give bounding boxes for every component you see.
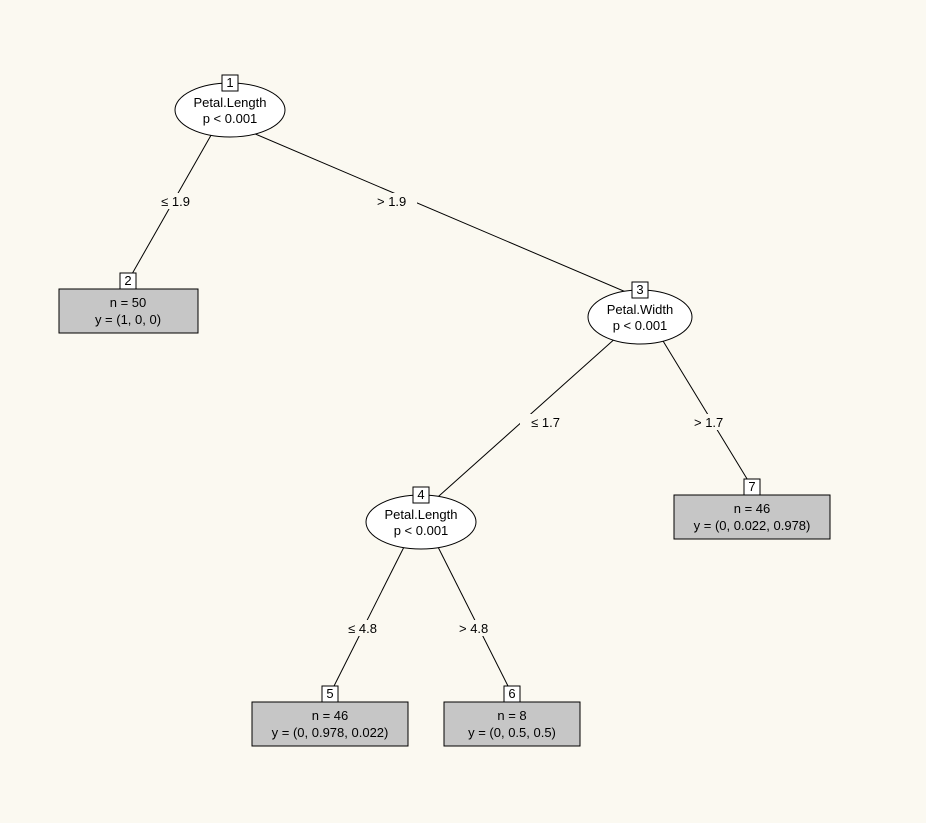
node-3-id: 3 — [636, 282, 643, 297]
node-3: 3 Petal.Width p < 0.001 — [588, 282, 692, 344]
leaf-5-y: y = (0, 0.978, 0.022) — [272, 725, 389, 740]
edge-1-3 — [246, 130, 640, 298]
leaf-5-id: 5 — [326, 686, 333, 701]
node-1-p: p < 0.001 — [203, 111, 258, 126]
node-4: 4 Petal.Length p < 0.001 — [366, 487, 476, 549]
node-3-p: p < 0.001 — [613, 318, 668, 333]
leaf-6-y: y = (0, 0.5, 0.5) — [468, 725, 556, 740]
leaf-6-n: n = 8 — [497, 708, 526, 723]
leaf-2: 2 n = 50 y = (1, 0, 0) — [59, 273, 198, 333]
edge-3-7-label: > 1.7 — [694, 415, 723, 430]
edge-1-2-label: ≤ 1.9 — [161, 194, 190, 209]
leaf-7-n: n = 46 — [734, 501, 771, 516]
leaf-2-id: 2 — [124, 273, 131, 288]
node-4-id: 4 — [417, 487, 424, 502]
leaf-5: 5 n = 46 y = (0, 0.978, 0.022) — [252, 686, 408, 746]
node-1-id: 1 — [226, 75, 233, 90]
leaf-2-n: n = 50 — [110, 295, 147, 310]
edge-4-6-label: > 4.8 — [459, 621, 488, 636]
edge-3-7 — [660, 336, 752, 487]
leaf-7: 7 n = 46 y = (0, 0.022, 0.978) — [674, 479, 830, 539]
node-1-var: Petal.Length — [193, 95, 266, 110]
leaf-7-y: y = (0, 0.022, 0.978) — [694, 518, 811, 533]
node-4-var: Petal.Length — [384, 507, 457, 522]
leaf-6: 6 n = 8 y = (0, 0.5, 0.5) — [444, 686, 580, 746]
leaf-5-n: n = 46 — [312, 708, 349, 723]
edge-4-5-label: ≤ 4.8 — [348, 621, 377, 636]
leaf-2-y: y = (1, 0, 0) — [95, 312, 161, 327]
leaf-6-id: 6 — [508, 686, 515, 701]
node-1: 1 Petal.Length p < 0.001 — [175, 75, 285, 137]
edge-4-5 — [330, 541, 407, 694]
edge-1-3-label: > 1.9 — [377, 194, 406, 209]
node-3-var: Petal.Width — [607, 302, 673, 317]
edge-3-4-label: ≤ 1.7 — [531, 415, 560, 430]
node-4-p: p < 0.001 — [394, 523, 449, 538]
edge-4-6 — [435, 541, 512, 694]
leaf-7-id: 7 — [748, 479, 755, 494]
